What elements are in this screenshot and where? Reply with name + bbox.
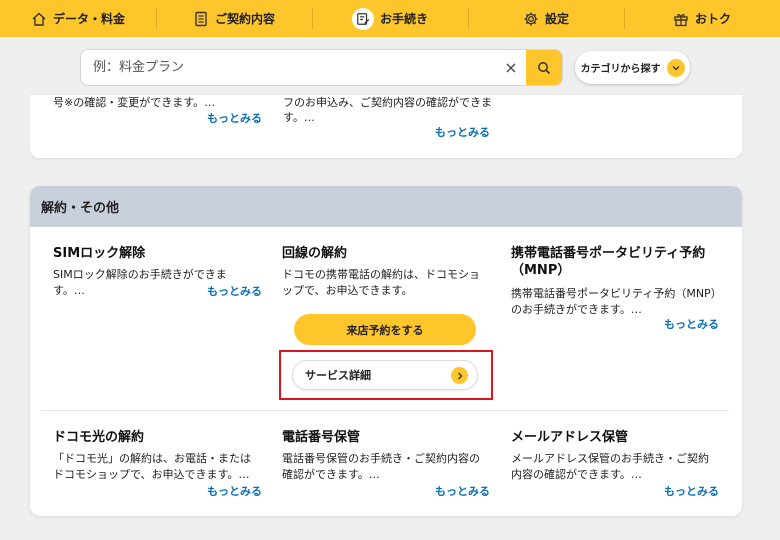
more-link[interactable]: もっとみる xyxy=(664,483,719,499)
row-divider xyxy=(41,410,729,411)
nav-item-procedures[interactable]: お手続き xyxy=(312,0,468,37)
highlight-box xyxy=(279,350,493,400)
category-search-label: カテゴリから探す xyxy=(580,64,661,75)
document-icon xyxy=(195,11,207,26)
more-link[interactable]: もっとみる xyxy=(435,124,490,140)
item-title[interactable]: メールアドレス保管 xyxy=(511,429,716,446)
search-box: × xyxy=(80,49,563,86)
item-title[interactable]: ドコモ光の解約 xyxy=(53,429,253,446)
item-description: フのお申込み、ご契約内容の確認ができま xyxy=(283,96,492,109)
visit-reservation-button[interactable]: 来店予約をする xyxy=(294,314,476,345)
nav-label: おトク xyxy=(694,12,731,26)
search-button[interactable] xyxy=(526,50,562,85)
nav-label: 設定 xyxy=(544,12,569,26)
more-link[interactable]: もっとみる xyxy=(664,316,719,332)
chevron-down-icon xyxy=(666,58,685,77)
item-description: ドコモの携帯電話の解約は、ドコモショップで、お申込できます。 xyxy=(282,268,480,297)
item-description: 「ドコモ光」の解約は、お電話・またはドコモショップで、お申込できます。… xyxy=(53,452,251,481)
category-search-button[interactable]: カテゴリから探す xyxy=(575,51,690,84)
item-docomo-hikari-cancel: ドコモ光の解約 「ドコモ光」の解約は、お電話・またはドコモショップで、お申込でき… xyxy=(53,429,253,483)
search-input[interactable] xyxy=(81,50,496,85)
item-title[interactable]: 電話番号保管 xyxy=(282,429,487,446)
search-icon xyxy=(538,61,551,74)
section-title: 解約・その他 xyxy=(41,201,120,216)
item-number-storage: 電話番号保管 電話番号保管のお手続き・ご契約内容の確認ができます。… xyxy=(282,429,487,483)
top-navigation: データ・料金 ご契約内容 お手続き 設定 おトク xyxy=(0,0,780,37)
gear-icon xyxy=(524,12,538,25)
item-description: 携帯電話番号ポータビリティ予約（MNP）のお手続きができます。… xyxy=(511,287,722,316)
item-description: す。… xyxy=(283,111,315,124)
item-mnp: 携帯電話番号ポータビリティ予約（MNP） 携帯電話番号ポータビリティ予約（MNP… xyxy=(511,245,723,318)
nav-item-settings[interactable]: 設定 xyxy=(468,0,624,37)
home-icon xyxy=(32,12,46,26)
nav-item-data-fee[interactable]: データ・料金 xyxy=(0,0,156,37)
edit-note-icon xyxy=(351,7,374,30)
nav-item-deals[interactable]: おトク xyxy=(624,0,780,37)
more-link[interactable]: もっとみる xyxy=(207,483,262,499)
more-link[interactable]: もっとみる xyxy=(207,110,262,126)
item-title[interactable]: 回線の解約 xyxy=(282,245,487,262)
item-mail-storage: メールアドレス保管 メールアドレス保管のお手続き・ご契約内容の確認ができます。… xyxy=(511,429,716,483)
item-line-cancel: 回線の解約 ドコモの携帯電話の解約は、ドコモショップで、お申込できます。 xyxy=(282,245,487,299)
nav-label: ご契約内容 xyxy=(214,12,275,26)
more-link[interactable]: もっとみる xyxy=(435,483,490,499)
nav-label: お手続き xyxy=(379,12,428,26)
item-title[interactable]: SIMロック解除 xyxy=(53,245,253,262)
item-description: 号※の確認・変更ができます。… xyxy=(53,96,216,109)
clear-search-button[interactable]: × xyxy=(496,58,526,77)
gift-icon xyxy=(674,13,688,26)
nav-item-contract[interactable]: ご契約内容 xyxy=(156,0,312,37)
item-description: メールアドレス保管のお手続き・ご契約内容の確認ができます。… xyxy=(511,452,709,481)
more-link[interactable]: もっとみる xyxy=(207,283,262,299)
item-title[interactable]: 携帯電話番号ポータビリティ予約（MNP） xyxy=(511,245,723,279)
item-description: 電話番号保管のお手続き・ご契約内容の確認ができます。… xyxy=(282,452,480,481)
search-band: × カテゴリから探す xyxy=(0,37,780,95)
nav-label: データ・料金 xyxy=(52,12,125,26)
procedure-card-partial: 号※の確認・変更ができます。… もっとみる フのお申込み、ご契約内容の確認ができ… xyxy=(30,95,742,158)
section-header: 解約・その他 xyxy=(30,186,742,227)
